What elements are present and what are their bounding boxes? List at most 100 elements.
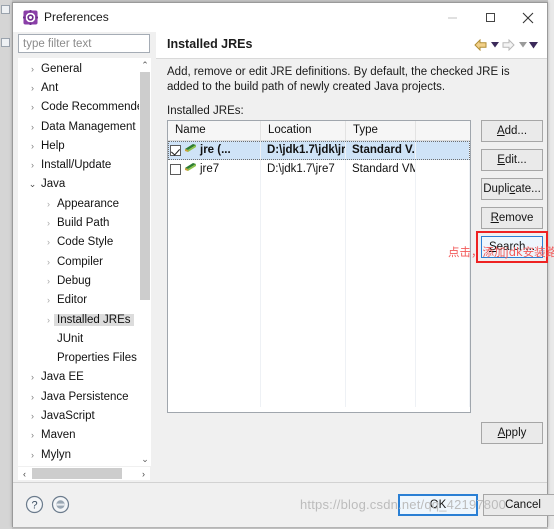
chevron-right-icon[interactable]: ›	[27, 64, 38, 74]
chevron-right-icon[interactable]: ›	[43, 315, 54, 325]
chevron-right-icon[interactable]: ›	[43, 199, 54, 209]
chevron-right-icon[interactable]: ›	[27, 102, 38, 112]
sidebar-item-code-style[interactable]: › Code Style	[19, 233, 149, 252]
empty-cell	[416, 388, 470, 407]
restore-defaults-icon[interactable]	[51, 495, 70, 514]
chevron-right-icon[interactable]: ›	[27, 430, 38, 440]
sidebar-item-code-recommenders[interactable]: › Code Recommenders	[19, 98, 149, 117]
minimize-button[interactable]	[433, 3, 471, 32]
scroll-left-icon[interactable]: ‹	[18, 467, 31, 480]
chevron-right-icon[interactable]: ›	[27, 83, 38, 93]
jre-checkbox[interactable]	[170, 145, 181, 156]
title-bar[interactable]: Preferences	[13, 3, 547, 32]
sidebar-item-maven[interactable]: › Maven	[19, 426, 149, 445]
sidebar-item-mylyn[interactable]: › Mylyn	[19, 445, 149, 464]
sidebar-item-debug[interactable]: › Debug	[19, 271, 149, 290]
sidebar-item-editor[interactable]: › Editor	[19, 291, 149, 310]
sidebar-item-appearance[interactable]: › Appearance	[19, 194, 149, 213]
chevron-right-icon[interactable]: ›	[43, 295, 54, 305]
sidebar-item-general[interactable]: › General	[19, 59, 149, 78]
sidebar-item-help[interactable]: › Help	[19, 136, 149, 155]
background-strip	[0, 0, 12, 529]
table-column-header[interactable]: Location	[261, 121, 346, 140]
empty-cell	[261, 293, 346, 312]
remove-button[interactable]: Remove	[481, 207, 543, 229]
sidebar-item-ant[interactable]: › Ant	[19, 78, 149, 97]
sidebar-item-label: JavaScript	[41, 409, 95, 422]
tree-hscroll-thumb[interactable]	[32, 468, 122, 479]
sidebar-item-java[interactable]: ⌄ Java	[19, 175, 149, 194]
chevron-right-icon[interactable]: ›	[27, 411, 38, 421]
empty-cell	[168, 236, 261, 255]
chevron-right-icon[interactable]: ›	[27, 122, 38, 132]
chevron-right-icon[interactable]: ›	[43, 237, 54, 247]
empty-cell	[261, 388, 346, 407]
button-label: Add...	[496, 125, 528, 137]
sidebar-item-javascript[interactable]: › JavaScript	[19, 406, 149, 425]
empty-cell	[168, 350, 261, 369]
chevron-right-icon[interactable]: ›	[27, 372, 38, 382]
tree-vscroll-thumb[interactable]	[140, 72, 150, 300]
jre-checkbox[interactable]	[170, 164, 181, 175]
sidebar-item-java-ee[interactable]: › Java EE	[19, 368, 149, 387]
page-menu-chevron-down-icon[interactable]	[528, 37, 539, 53]
edit-button[interactable]: Edit...	[481, 149, 543, 171]
jre-name-cell[interactable]: jre7	[168, 160, 261, 179]
chevron-right-icon[interactable]: ›	[27, 160, 38, 170]
preferences-tree[interactable]: › General › Ant › Code Recommenders › Data Mana…	[18, 58, 150, 466]
jre-icon	[184, 160, 197, 179]
table-empty-row	[168, 331, 470, 350]
scroll-down-icon[interactable]: ⌄	[139, 452, 151, 466]
table-row[interactable]: jre (... D:\jdk1.7\jdk\jre Standard V...	[168, 141, 470, 160]
table-column-header[interactable]: Type	[346, 121, 416, 140]
back-history-chevron-down-icon[interactable]	[489, 37, 500, 53]
tree-vertical-scrollbar[interactable]: ⌃ ⌄	[139, 58, 151, 466]
sidebar-item-installed-jres[interactable]: › Installed JREs	[19, 310, 149, 329]
duplicate-button[interactable]: Duplicate...	[481, 178, 543, 200]
filter-input[interactable]: type filter text	[18, 34, 150, 53]
table-empty-row	[168, 179, 470, 198]
sidebar-item-properties-files-ed[interactable]: ›Properties Files Ed	[19, 348, 149, 367]
empty-cell	[346, 236, 416, 255]
sidebar-item-label: Java EE	[41, 371, 84, 384]
table-empty-row	[168, 293, 470, 312]
sidebar-item-label: Maven	[41, 429, 76, 442]
sidebar-item-data-management[interactable]: › Data Management	[19, 117, 149, 136]
chevron-right-icon[interactable]: ›	[27, 450, 38, 460]
scroll-up-icon[interactable]: ⌃	[139, 58, 151, 72]
chevron-down-icon[interactable]: ⌄	[27, 179, 38, 190]
sidebar-item-install-update[interactable]: › Install/Update	[19, 155, 149, 174]
tree-horizontal-scrollbar[interactable]: ‹ ›	[18, 467, 150, 480]
scroll-right-icon[interactable]: ›	[137, 467, 150, 480]
chevron-right-icon[interactable]: ›	[43, 218, 54, 228]
sidebar-item-junit[interactable]: ›JUnit	[19, 329, 149, 348]
chevron-right-icon[interactable]: ›	[43, 276, 54, 286]
sidebar-item-oomph[interactable]: ›Oomph	[19, 464, 149, 465]
sidebar-item-build-path[interactable]: › Build Path	[19, 213, 149, 232]
table-body[interactable]: jre (... D:\jdk1.7\jdk\jre Standard V... jr…	[168, 141, 470, 407]
table-row[interactable]: jre7 D:\jdk1.7\jre7 Standard VM	[168, 160, 470, 179]
table-column-header[interactable]: Name	[168, 121, 261, 140]
add-button[interactable]: Add...	[481, 120, 543, 142]
forward-arrow-icon[interactable]	[500, 37, 517, 53]
back-arrow-icon[interactable]	[472, 37, 489, 53]
table-header-row: Name Location Type	[168, 121, 470, 141]
maximize-button[interactable]	[471, 3, 509, 32]
sidebar-item-compiler[interactable]: › Compiler	[19, 252, 149, 271]
close-button[interactable]	[509, 3, 547, 32]
chevron-right-icon[interactable]: ›	[27, 392, 38, 402]
table-empty-row	[168, 217, 470, 236]
empty-cell	[416, 179, 470, 198]
jre-name-cell[interactable]: jre (...	[168, 141, 261, 160]
table-column-header[interactable]	[416, 121, 470, 140]
installed-jres-table[interactable]: Name Location Type jre (... D:\jdk1.7\jdk\j…	[167, 120, 471, 413]
chevron-right-icon[interactable]: ›	[43, 257, 54, 267]
chevron-right-icon[interactable]: ›	[27, 141, 38, 151]
sidebar-item-java-persistence[interactable]: › Java Persistence	[19, 387, 149, 406]
sidebar-item-label: Java	[41, 178, 66, 191]
forward-history-chevron-down-icon[interactable]	[517, 37, 528, 53]
apply-button[interactable]: Apply	[481, 422, 543, 444]
installed-jres-label: Installed JREs:	[167, 105, 244, 117]
help-question-icon[interactable]: ?	[25, 495, 44, 514]
sidebar-item-label: Code Style	[57, 236, 114, 249]
